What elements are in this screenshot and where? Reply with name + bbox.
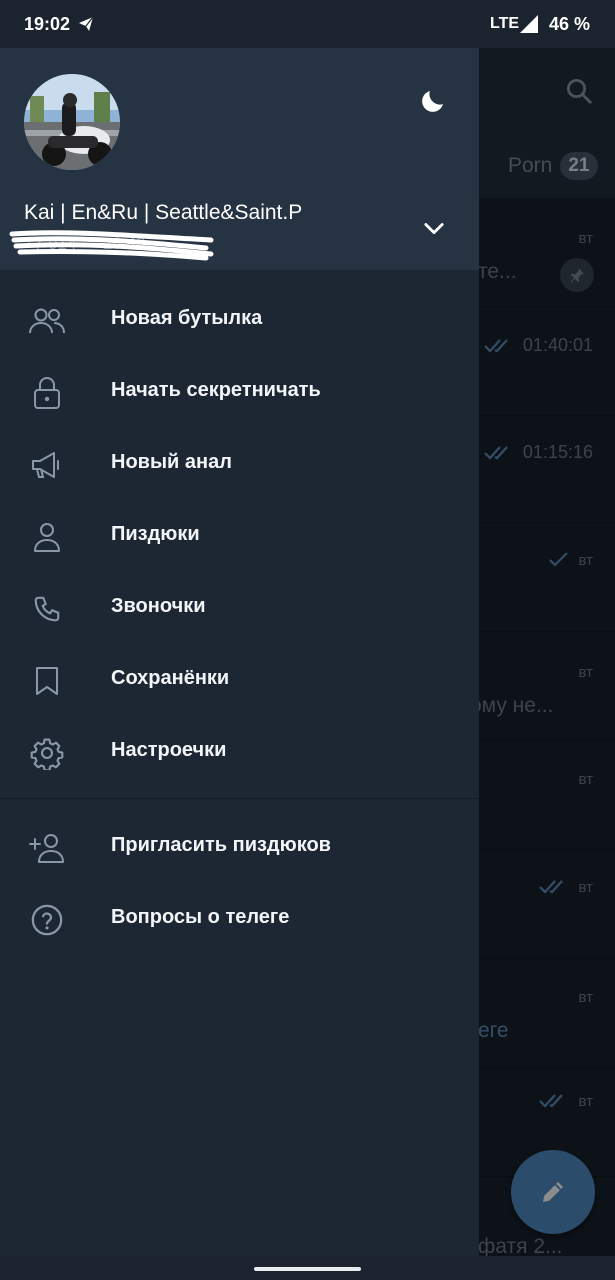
chevron-down-icon[interactable] bbox=[420, 214, 448, 242]
menu-label: Начать секретничать bbox=[111, 379, 321, 401]
status-time: 19:02 bbox=[24, 14, 71, 34]
megaphone-icon bbox=[28, 447, 66, 483]
add-person-icon bbox=[28, 830, 66, 866]
menu-item-saved-messages[interactable]: Сохранёнки bbox=[0, 645, 479, 717]
menu-divider bbox=[0, 798, 479, 799]
menu-label: Новый анал bbox=[111, 451, 232, 473]
menu-label: Настроечки bbox=[111, 739, 227, 761]
menu-item-new-group[interactable]: Новая бутылка bbox=[0, 285, 479, 357]
menu-item-contacts[interactable]: Пиздюки bbox=[0, 501, 479, 573]
menu-label: Пригласить пиздюков bbox=[111, 834, 331, 856]
menu-item-settings[interactable]: Настроечки bbox=[0, 717, 479, 789]
system-navigation-bar bbox=[0, 1256, 615, 1280]
menu-label: Сохранёнки bbox=[111, 667, 230, 689]
menu-label: Новая бутылка bbox=[111, 307, 263, 329]
new-group-icon bbox=[28, 303, 66, 339]
drawer-header[interactable]: Kai | En&Ru | Seattle&Saint.P +7 914 ···… bbox=[0, 48, 479, 270]
menu-item-invite-friends[interactable]: Пригласить пиздюков bbox=[0, 812, 479, 884]
help-icon bbox=[28, 902, 66, 938]
menu-label: Вопросы о телеге bbox=[111, 906, 290, 928]
menu-item-secret-chat[interactable]: Начать секретничать bbox=[0, 357, 479, 429]
phone-icon bbox=[28, 591, 66, 627]
menu-label: Пиздюки bbox=[111, 523, 200, 545]
menu-item-calls[interactable]: Звоночки bbox=[0, 573, 479, 645]
home-indicator[interactable] bbox=[254, 1267, 361, 1271]
avatar[interactable] bbox=[24, 74, 120, 170]
menu-item-faq[interactable]: Вопросы о телеге bbox=[0, 884, 479, 956]
signal-icon bbox=[519, 14, 539, 34]
profile-name: Kai | En&Ru | Seattle&Saint.P bbox=[24, 201, 303, 224]
night-mode-icon[interactable] bbox=[418, 86, 448, 116]
lock-icon bbox=[28, 375, 66, 411]
telegram-send-icon bbox=[78, 16, 94, 32]
network-type: LTE bbox=[490, 15, 520, 32]
gear-icon bbox=[28, 735, 66, 771]
person-icon bbox=[28, 519, 66, 555]
status-bar: 19:02 LTE 46 % bbox=[0, 0, 615, 48]
menu-label: Звоночки bbox=[111, 595, 206, 617]
bookmark-icon bbox=[28, 663, 66, 699]
menu-item-new-channel[interactable]: Новый анал bbox=[0, 429, 479, 501]
navigation-drawer: Kai | En&Ru | Seattle&Saint.P +7 914 ···… bbox=[0, 48, 479, 1256]
redaction-scribble bbox=[6, 228, 216, 262]
battery-level: 46 % bbox=[549, 14, 591, 34]
